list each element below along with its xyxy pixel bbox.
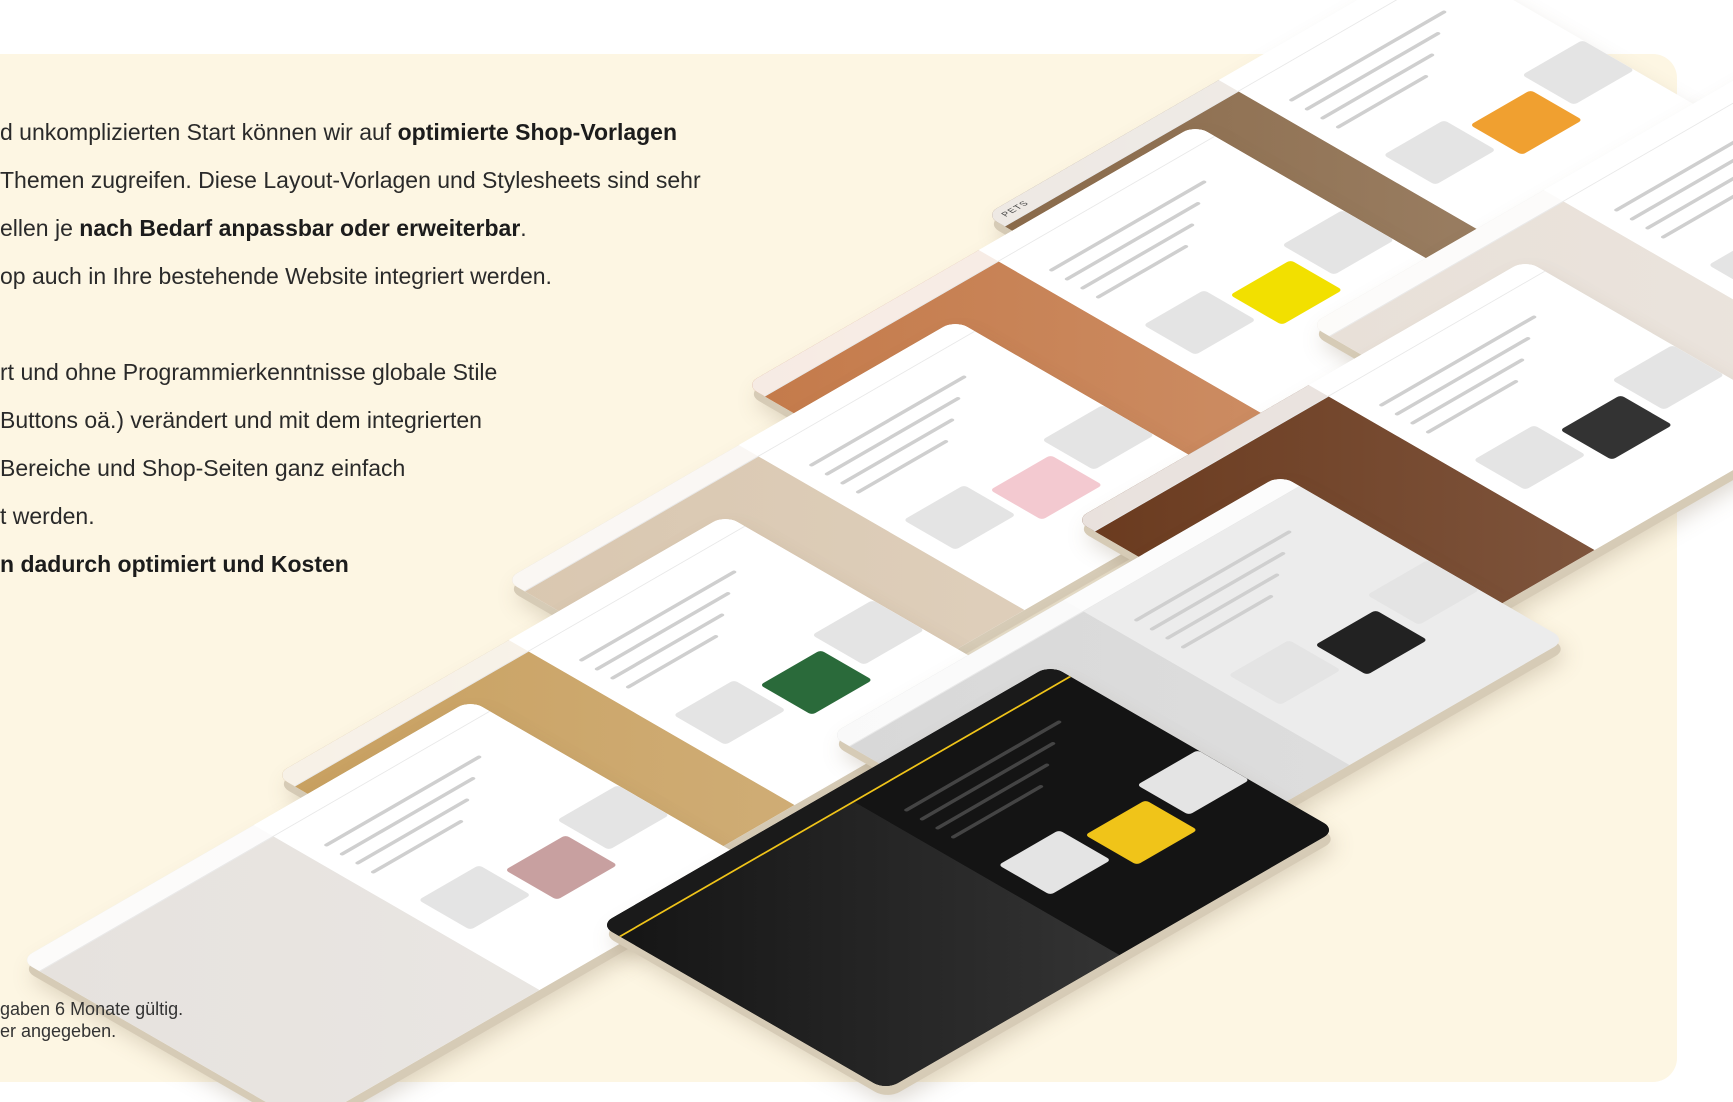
footnote: gaben 6 Monate gültig. er angegeben. [0, 998, 183, 1042]
marketing-slide: d unkomplizierten Start können wir auf o… [0, 0, 1733, 1102]
mockup-collage: PETS [0, 0, 1733, 1102]
footnote-line-1: gaben 6 Monate gültig. [0, 999, 184, 1019]
footnote-line-2: er angegeben. [0, 1021, 117, 1041]
